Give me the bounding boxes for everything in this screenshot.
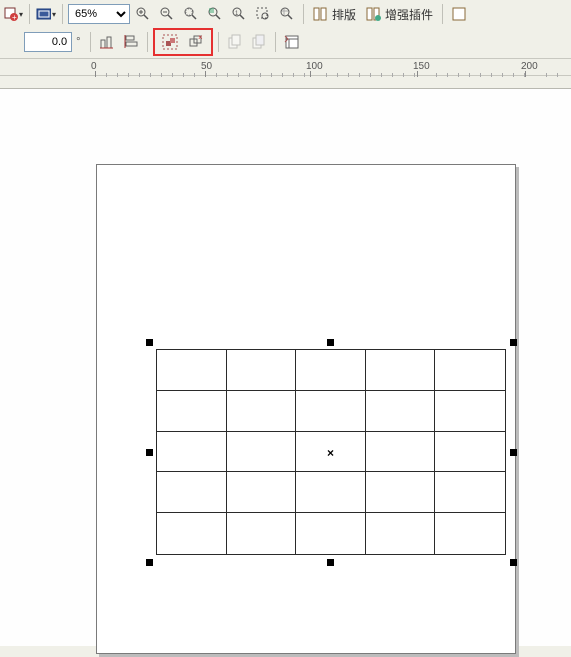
ruler-tick: 100 xyxy=(306,61,323,72)
zoom-out-icon xyxy=(159,6,175,22)
toolbar-row-1: + ▾ ▾ 65% 1 排版 增强插件 xyxy=(0,0,571,28)
zoom-in-icon xyxy=(135,6,151,22)
resize-handle-se[interactable] xyxy=(510,559,517,566)
resize-handle-nw[interactable] xyxy=(146,339,153,346)
svg-text:+: + xyxy=(12,13,17,22)
separator xyxy=(90,32,91,52)
misc-icon xyxy=(451,6,467,22)
resize-handle-n[interactable] xyxy=(327,339,334,346)
separator xyxy=(62,4,63,24)
marquee-zoom-button[interactable] xyxy=(252,3,274,25)
zoom-in-button[interactable] xyxy=(132,3,154,25)
paste-button xyxy=(248,31,270,53)
remove-group-button[interactable]: × xyxy=(185,31,207,53)
plugin-icon xyxy=(366,6,382,22)
resize-handle-e[interactable] xyxy=(510,449,517,456)
preview-icon xyxy=(284,34,300,50)
chevron-down-icon: ▾ xyxy=(52,10,56,19)
copy-icon xyxy=(227,34,243,50)
separator xyxy=(442,4,443,24)
frame-button[interactable]: ▾ xyxy=(35,3,57,25)
layout-label: 排版 xyxy=(332,6,356,23)
zoom-fit-button[interactable] xyxy=(180,3,202,25)
highlighted-tools: × xyxy=(153,28,213,56)
horizontal-ruler: 0 50 100 150 200 xyxy=(0,58,571,76)
misc-button[interactable] xyxy=(448,3,470,25)
separator xyxy=(303,4,304,24)
enhance-label: 增强插件 xyxy=(385,6,433,23)
zoom-out-button[interactable] xyxy=(156,3,178,25)
ruler-tick: 150 xyxy=(413,61,430,72)
zoom-fit-icon xyxy=(183,6,199,22)
ruler-tick: 50 xyxy=(201,61,212,72)
chevron-down-icon: ▾ xyxy=(19,10,23,19)
marquee-icon xyxy=(255,6,271,22)
paste-icon xyxy=(251,34,267,50)
zoom-100-button[interactable]: 1 xyxy=(228,3,250,25)
new-object-button[interactable]: + ▾ xyxy=(2,3,24,25)
v-align-icon xyxy=(123,34,139,50)
rotation-input[interactable] xyxy=(24,32,72,52)
toolbar-row-2: 0 ° × xyxy=(0,28,571,56)
remove-group-icon: × xyxy=(188,34,204,50)
pan-button[interactable] xyxy=(276,3,298,25)
canvas-area[interactable]: × xyxy=(0,88,571,646)
pan-icon xyxy=(279,6,295,22)
separator xyxy=(29,4,30,24)
ungroup-icon xyxy=(162,34,178,50)
resize-handle-sw[interactable] xyxy=(146,559,153,566)
separator xyxy=(218,32,219,52)
resize-handle-w[interactable] xyxy=(146,449,153,456)
h-align-button[interactable] xyxy=(96,31,118,53)
center-marker: × xyxy=(327,446,334,460)
separator xyxy=(275,32,276,52)
layout-icon xyxy=(313,6,329,22)
degree-symbol: ° xyxy=(76,36,80,48)
ungroup-button[interactable] xyxy=(159,31,181,53)
separator xyxy=(147,32,148,52)
resize-handle-s[interactable] xyxy=(327,559,334,566)
ruler-tick: 200 xyxy=(521,61,538,72)
preview-button[interactable] xyxy=(281,31,303,53)
zoom-select[interactable]: 65% xyxy=(68,4,130,24)
resize-handle-ne[interactable] xyxy=(510,339,517,346)
enhance-plugin-button[interactable]: 增强插件 xyxy=(362,3,437,25)
layout-button[interactable]: 排版 xyxy=(309,3,360,25)
zoom-selection-icon xyxy=(207,6,223,22)
v-align-button[interactable] xyxy=(120,31,142,53)
copy-button xyxy=(224,31,246,53)
svg-text:×: × xyxy=(198,34,203,42)
h-align-icon xyxy=(99,34,115,50)
zoom-1-icon: 1 xyxy=(231,6,247,22)
zoom-selection-button[interactable] xyxy=(204,3,226,25)
